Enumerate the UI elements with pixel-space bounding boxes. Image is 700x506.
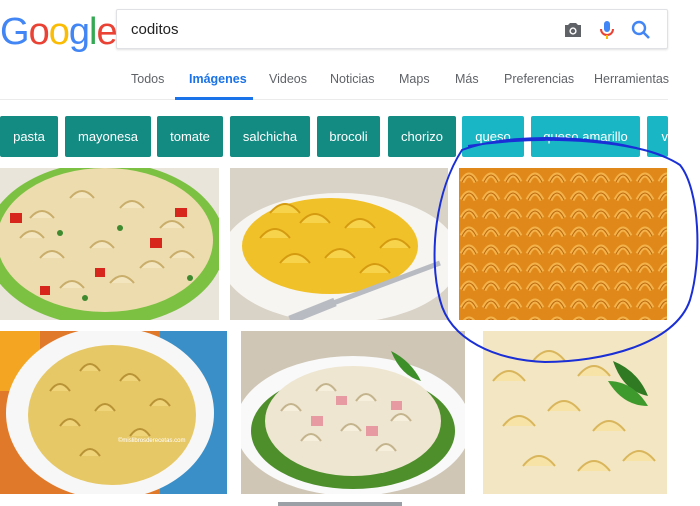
logo-letter: o (48, 11, 70, 53)
logo-letter: o (28, 11, 50, 53)
search-tabs: Todos Imágenes Videos Noticias Maps Más … (0, 62, 669, 100)
chip-mayonesa[interactable]: mayonesa (65, 116, 151, 157)
search-input[interactable]: coditos (131, 21, 179, 38)
tab-noticias[interactable]: Noticias (330, 72, 374, 86)
chip-partial[interactable]: v (647, 116, 668, 157)
camera-icon[interactable] (561, 18, 585, 42)
chip-queso[interactable]: queso (462, 116, 524, 157)
image-result-4[interactable]: ©mislibrosderecetas.com (0, 331, 227, 494)
image-result-1[interactable] (0, 168, 219, 320)
chip-salchicha[interactable]: salchicha (230, 116, 310, 157)
tab-todos[interactable]: Todos (131, 72, 164, 86)
tab-imagenes[interactable]: Imágenes (189, 72, 247, 86)
image-result-5[interactable] (241, 331, 465, 494)
chip-queso-amarillo[interactable]: queso amarillo (531, 116, 640, 157)
tab-maps[interactable]: Maps (399, 72, 430, 86)
more-results-bar[interactable] (278, 502, 402, 506)
logo-letter: e (96, 11, 117, 53)
search-icon[interactable] (629, 18, 653, 42)
tab-herramientas[interactable]: Herramientas (594, 72, 669, 86)
image-watermark: ©mislibrosderecetas.com (118, 438, 186, 444)
search-box[interactable]: coditos (116, 9, 668, 49)
google-logo[interactable]: Google (0, 11, 118, 53)
image-result-6[interactable] (483, 331, 667, 494)
tab-preferencias[interactable]: Preferencias (504, 72, 574, 86)
chip-chorizo[interactable]: chorizo (388, 116, 456, 157)
tab-videos[interactable]: Videos (269, 72, 307, 86)
chip-brocoli[interactable]: brocoli (317, 116, 380, 157)
image-result-2[interactable] (230, 168, 448, 320)
microphone-icon[interactable] (595, 18, 619, 42)
chip-tomate[interactable]: tomate (157, 116, 223, 157)
tab-mas[interactable]: Más (455, 72, 479, 86)
logo-letter: g (68, 11, 90, 53)
logo-letter: G (0, 11, 30, 53)
image-result-3[interactable] (459, 168, 667, 320)
chip-pasta[interactable]: pasta (0, 116, 58, 157)
active-tab-indicator (175, 97, 253, 100)
